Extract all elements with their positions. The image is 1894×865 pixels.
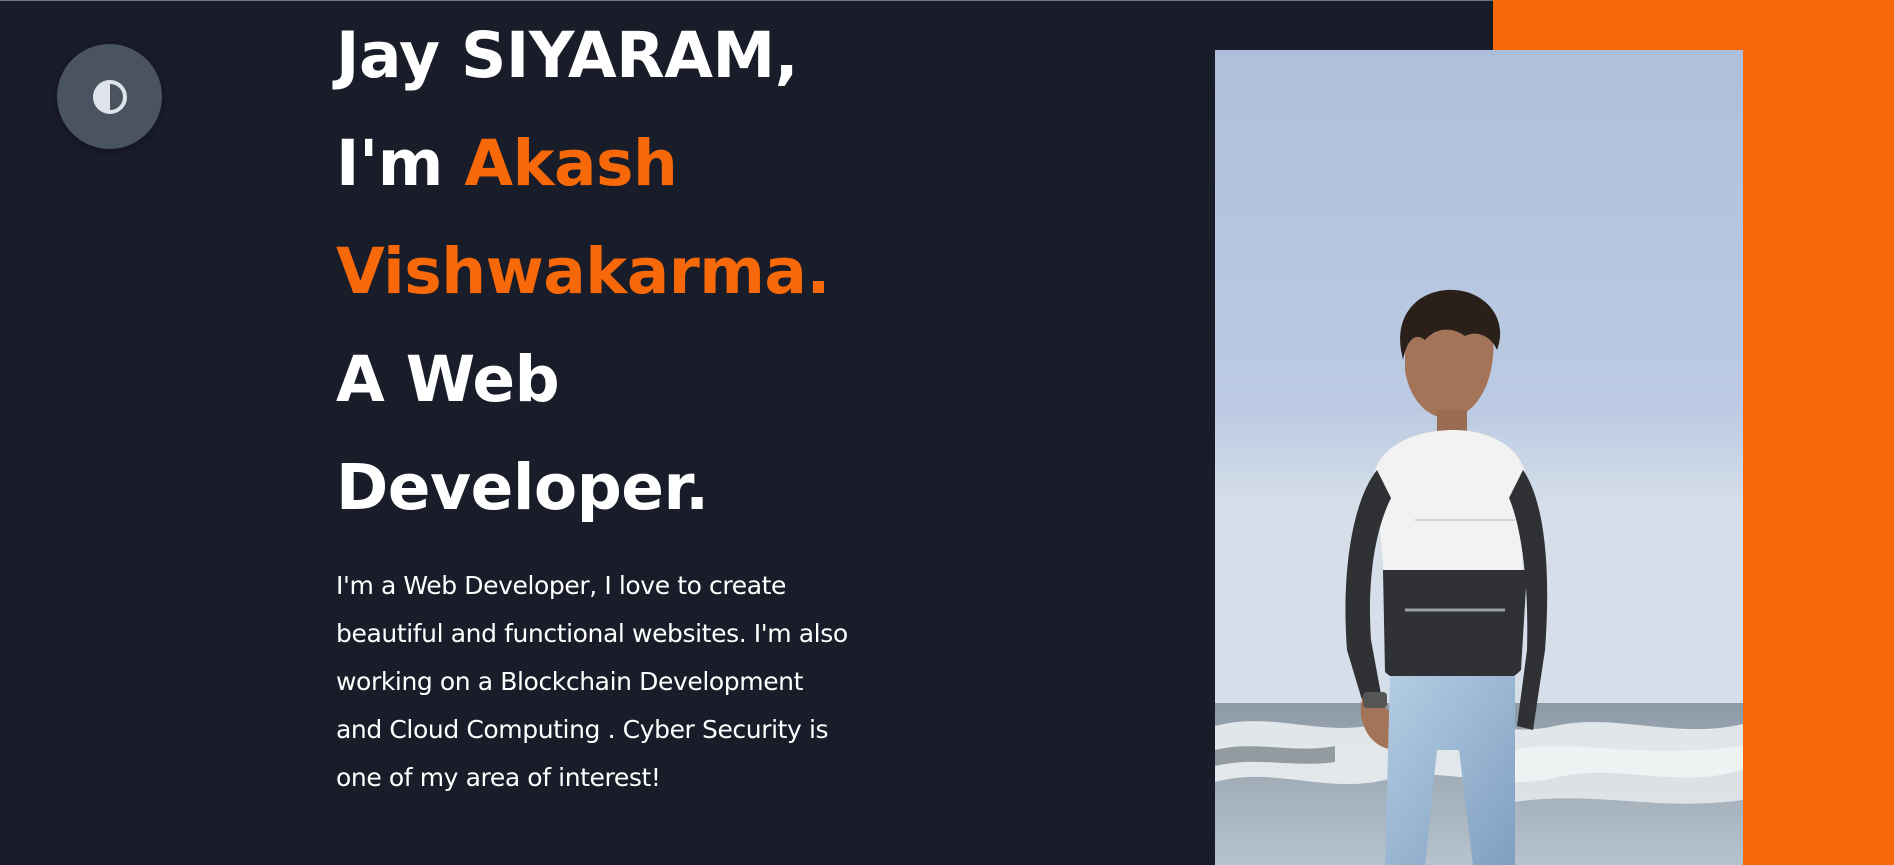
contrast-icon	[92, 79, 127, 114]
first-name: Akash	[464, 127, 678, 200]
portfolio-page: Jay SIYARAM, I'm Akash Vishwakarma. A We…	[0, 0, 1894, 865]
profile-photo	[1215, 50, 1743, 865]
hero-section: Jay SIYARAM, I'm Akash Vishwakarma. A We…	[336, 0, 936, 827]
person-photo	[1215, 50, 1743, 865]
last-name: Vishwakarma.	[336, 235, 830, 308]
name-line: I'm Akash	[336, 110, 936, 218]
role-line-2: Developer.	[336, 451, 709, 524]
hero-headline: Jay SIYARAM, I'm Akash Vishwakarma. A We…	[336, 2, 936, 542]
role-line-1: A Web	[336, 343, 560, 416]
intro-prefix: I'm	[336, 127, 465, 200]
theme-toggle-button[interactable]	[57, 44, 162, 149]
greeting-line: Jay SIYARAM,	[336, 19, 799, 92]
hero-description: I'm a Web Developer, I love to create be…	[336, 571, 848, 792]
